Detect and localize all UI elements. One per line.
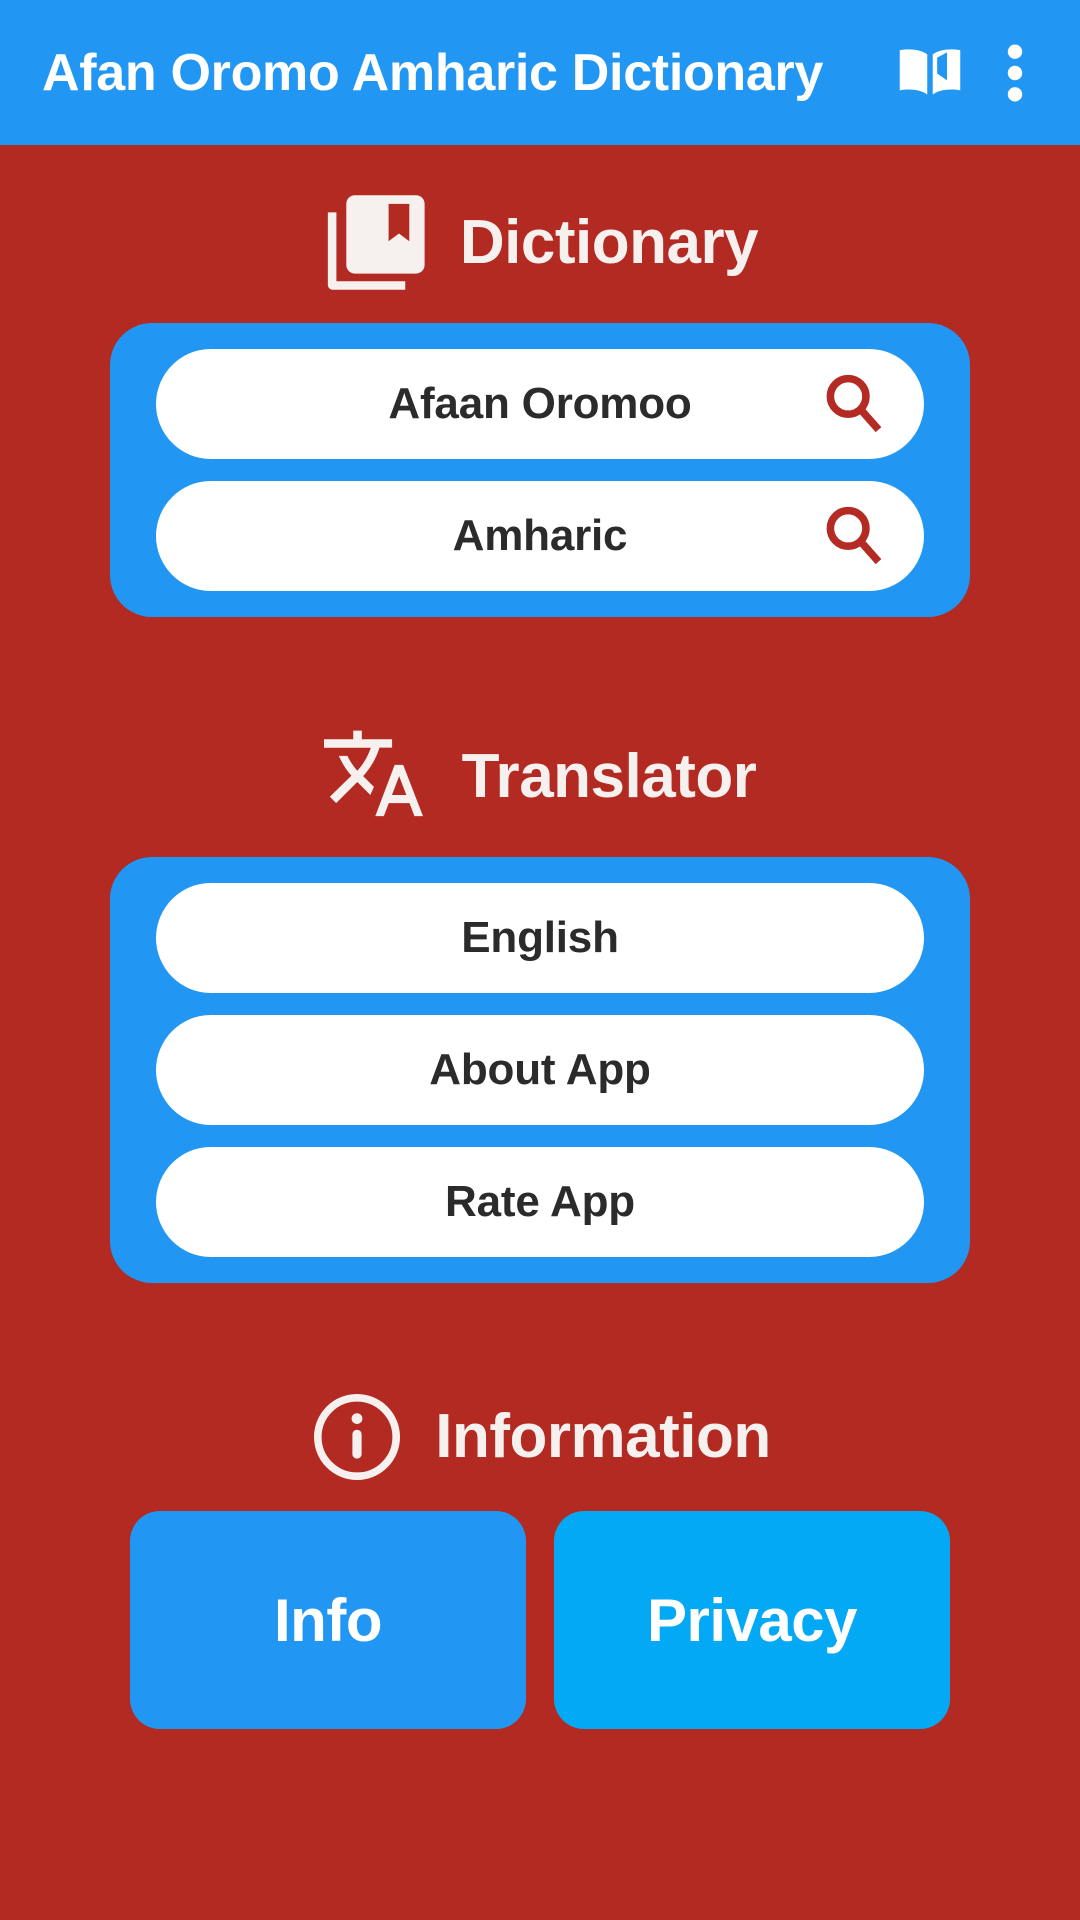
section-header-translator: Translator: [0, 723, 1080, 831]
section-header-information: Information: [0, 1389, 1080, 1485]
section-title-information: Information: [435, 1402, 771, 1471]
search-icon[interactable]: [818, 500, 890, 572]
translator-item-rate-app[interactable]: Rate App: [156, 1147, 924, 1257]
section-header-dictionary: Dictionary: [0, 189, 1080, 297]
dictionary-item-afaan-oromoo[interactable]: Afaan Oromoo: [156, 349, 924, 459]
dictionary-item-label: Afaan Oromoo: [388, 379, 692, 428]
app-bar: Afan Oromo Amharic Dictionary: [0, 0, 1080, 145]
app-title: Afan Oromo Amharic Dictionary: [42, 43, 824, 102]
dictionary-item-amharic[interactable]: Amharic: [156, 481, 924, 591]
translator-item-label: About App: [429, 1045, 651, 1094]
page-content: Dictionary Afaan Oromoo Amharic Translat…: [0, 189, 1080, 1729]
info-circle-icon: [309, 1389, 405, 1485]
library-books-bookmark-icon: [322, 189, 430, 297]
section-title-translator: Translator: [461, 742, 757, 811]
translator-item-about-app[interactable]: About App: [156, 1015, 924, 1125]
section-title-dictionary: Dictionary: [459, 208, 759, 277]
dictionary-card: Afaan Oromoo Amharic: [110, 323, 970, 617]
info-button[interactable]: Info: [130, 1511, 526, 1729]
more-vert-icon[interactable]: [978, 25, 1052, 121]
open-book-icon[interactable]: [882, 25, 978, 121]
translator-item-english[interactable]: English: [156, 883, 924, 993]
privacy-button[interactable]: Privacy: [554, 1511, 950, 1729]
information-buttons-row: Info Privacy: [130, 1511, 950, 1729]
search-icon[interactable]: [818, 368, 890, 440]
translator-item-label: Rate App: [445, 1177, 635, 1226]
dictionary-item-label: Amharic: [452, 511, 628, 560]
translator-card: English About App Rate App: [110, 857, 970, 1283]
translator-item-label: English: [461, 913, 619, 962]
translate-icon: [323, 723, 432, 831]
